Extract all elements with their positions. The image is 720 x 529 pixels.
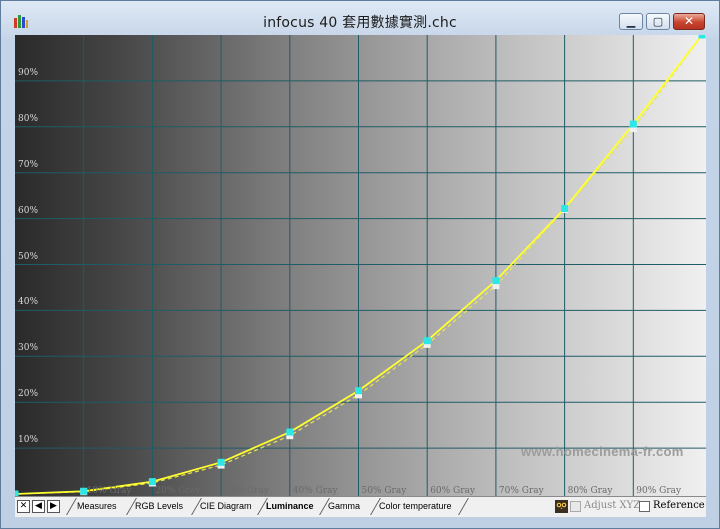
x-axis-tick-label: 80% Gray: [567, 486, 613, 496]
close-icon: ✕: [19, 501, 28, 511]
x-axis-tick-label: 70% Gray: [498, 486, 544, 496]
y-axis-tick-label: 30%: [18, 343, 39, 354]
x-axis-tick-label: 10% Gray: [86, 486, 132, 496]
tab-cie-diagram[interactable]: CIE Diagram: [200, 499, 252, 514]
close-button[interactable]: ✕: [673, 13, 705, 30]
title-bar[interactable]: infocus 40 套用數據實測.chc ▁ ▢ ✕: [1, 1, 719, 35]
window-title: infocus 40 套用數據實測.chc: [263, 15, 457, 31]
luminance-plot: 90% 80% 70% 60% 50% 40% 30% 20% 10% 10% Gray 20% …: [15, 35, 706, 496]
prev-tab-button[interactable]: ◀: [32, 500, 45, 513]
close-icon: ✕: [683, 14, 695, 28]
x-axis-tick-label: 20% Gray: [155, 486, 201, 496]
maximize-icon: ▢: [652, 15, 664, 28]
y-axis-tick-label: 20%: [18, 389, 39, 400]
close-view-button[interactable]: ✕: [17, 500, 30, 513]
minimize-button[interactable]: ▁: [619, 13, 643, 30]
y-axis-tick-label: 50%: [18, 251, 39, 262]
y-axis-tick-label: 90%: [18, 67, 39, 78]
reference-label: Reference: [653, 500, 705, 511]
y-axis-tick-label: 10%: [18, 435, 39, 446]
x-axis-tick-label: 30% Gray: [224, 486, 269, 496]
reference-checkbox[interactable]: [639, 501, 650, 512]
tab-separator: [66, 498, 77, 515]
measured-point-marker: [492, 277, 500, 285]
x-axis-tick-label: 40% Gray: [292, 486, 338, 496]
measured-point-marker: [561, 205, 569, 213]
y-axis-tick-label: 60%: [18, 205, 39, 216]
watermark: www.homecinema-fr.com: [521, 444, 684, 459]
measured-point-marker: [355, 387, 362, 395]
arrow-right-icon: ▶: [50, 501, 57, 511]
luminance-chart: [15, 35, 706, 496]
tab-separator: [458, 498, 469, 515]
adjust-xyz-label: Adjust XYZ: [584, 500, 641, 511]
owl-icon[interactable]: [555, 500, 568, 513]
measured-point-marker: [698, 35, 706, 39]
measured-point-marker: [148, 478, 156, 486]
tab-luminance[interactable]: Luminance: [266, 499, 314, 514]
y-axis-tick-label: 80%: [18, 113, 39, 124]
application-window: infocus 40 套用數據實測.chc ▁ ▢ ✕ 90% 80% 70% 60%…: [0, 0, 720, 529]
adjust-xyz-checkbox[interactable]: [570, 501, 581, 512]
x-axis-tick-label: 90% Gray: [636, 486, 682, 496]
tab-rgb-levels[interactable]: RGB Levels: [135, 499, 183, 514]
tab-color-temperature[interactable]: Color temperature: [379, 499, 452, 514]
tab-bar: ✕ ◀ ▶ Measures RGB Levels CIE Diagram Lumin…: [15, 496, 706, 517]
x-axis-tick-label: 60% Gray: [430, 486, 475, 496]
tab-gamma[interactable]: Gamma: [328, 499, 360, 514]
measured-point-marker: [423, 337, 431, 345]
measured-point-marker: [286, 428, 294, 436]
minimize-icon: ▁: [626, 15, 636, 28]
measured-point-marker: [629, 120, 637, 128]
y-axis-tick-label: 70%: [18, 159, 39, 170]
arrow-left-icon: ◀: [35, 501, 42, 511]
x-axis-tick-label: 50% Gray: [361, 486, 407, 496]
next-tab-button[interactable]: ▶: [47, 500, 60, 513]
measured-point-marker: [217, 458, 225, 466]
y-axis-tick-label: 40%: [18, 297, 39, 308]
maximize-button[interactable]: ▢: [646, 13, 670, 30]
tab-measures[interactable]: Measures: [77, 499, 117, 514]
